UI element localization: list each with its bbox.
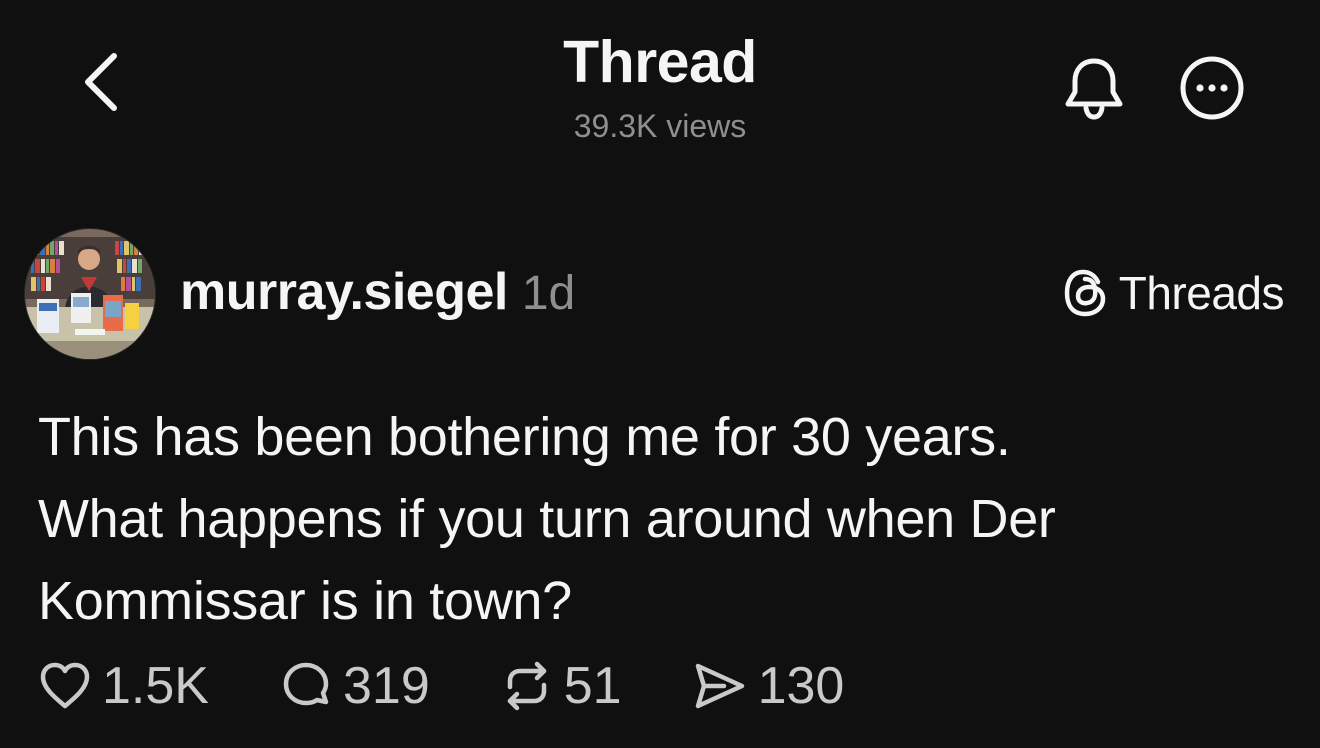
avatar-photo — [25, 229, 155, 359]
reply-button[interactable]: 319 — [279, 656, 430, 716]
post-actions: 1.5K 319 51 130 — [38, 656, 844, 716]
username-link[interactable]: murray.siegel — [180, 262, 508, 322]
bell-icon — [1065, 58, 1123, 120]
platform-label: Threads — [1118, 267, 1285, 319]
share-count: 130 — [757, 657, 845, 715]
like-count: 1.5K — [102, 657, 209, 715]
more-options-icon — [1180, 56, 1244, 120]
repost-count: 51 — [563, 657, 622, 715]
post-timestamp: 1d — [521, 267, 576, 320]
send-icon — [695, 663, 744, 709]
reply-count: 319 — [342, 657, 430, 715]
repost-icon — [507, 661, 546, 711]
author-row: murray.siegel 1d — [180, 262, 575, 322]
more-options-button[interactable] — [1176, 54, 1248, 126]
repost-button[interactable]: 51 — [500, 656, 622, 716]
post-text: This has been bothering me for 30 years.… — [38, 407, 1056, 631]
comment-icon — [283, 662, 329, 706]
like-button[interactable]: 1.5K — [38, 656, 209, 716]
avatar[interactable] — [24, 228, 156, 360]
heart-icon — [40, 662, 90, 709]
share-button[interactable]: 130 — [692, 656, 845, 716]
notifications-button[interactable] — [1058, 52, 1130, 124]
threads-logo-icon — [1064, 269, 1105, 317]
platform-badge[interactable]: Threads — [1063, 266, 1285, 320]
